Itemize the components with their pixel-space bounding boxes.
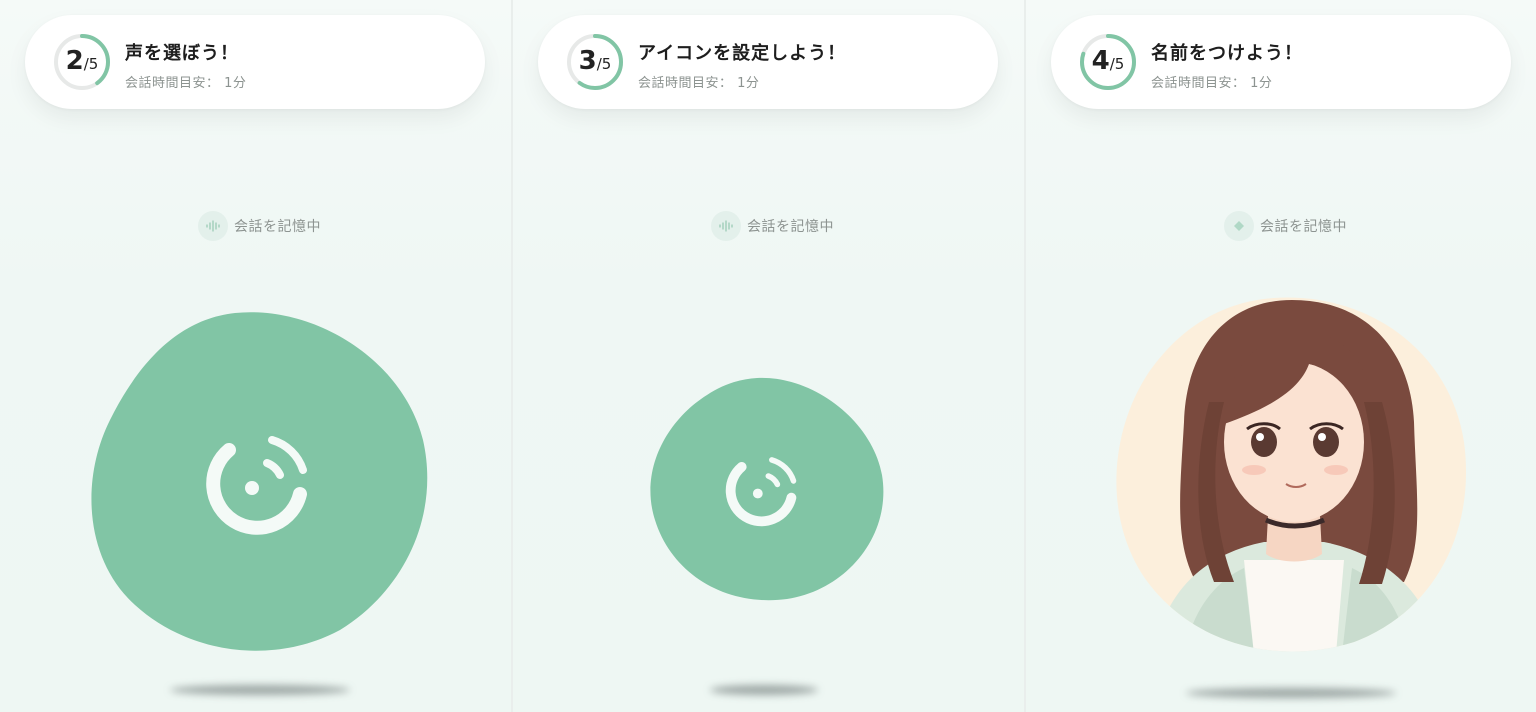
avatar-shadow [170, 685, 350, 695]
anime-girl-portrait [1116, 297, 1467, 652]
avatar-shadow [710, 685, 818, 695]
icon-avatar-blob[interactable] [647, 375, 889, 603]
step-title: 名前をつけよう！ [1151, 43, 1303, 64]
step-title: 声を選ぼう！ [125, 43, 239, 64]
step-duration: 会話時間目安： 1分 [125, 76, 247, 91]
memory-status-label: 会話を記憶中 [234, 219, 321, 235]
step-current: 2 [65, 46, 84, 76]
step-duration: 会話時間目安： 1分 [1151, 76, 1273, 91]
step-counter: 4/5 [1079, 33, 1137, 91]
waveform-icon [711, 211, 741, 241]
memory-status-label: 会話を記憶中 [1260, 219, 1347, 235]
step-header: 2/5 声を選ぼう！ 会話時間目安： 1分 [25, 15, 485, 109]
onboarding-panel-icon: 3/5 アイコンを設定しよう！ 会話時間目安： 1分 会話を記憶中 [513, 0, 1024, 712]
waveform-icon [1224, 211, 1254, 241]
memory-status: 会話を記憶中 [198, 211, 321, 241]
avatar-shadow [1186, 688, 1396, 698]
waveform-icon [198, 211, 228, 241]
portrait-avatar[interactable] [1114, 292, 1470, 654]
onboarding-panel-name: 4/5 名前をつけよう！ 会話時間目安： 1分 会話を記憶中 [1026, 0, 1536, 712]
step-duration: 会話時間目安： 1分 [638, 76, 760, 91]
memory-status-label: 会話を記憶中 [747, 219, 834, 235]
step-header: 4/5 名前をつけよう！ 会話時間目安： 1分 [1051, 15, 1511, 109]
voice-avatar-blob[interactable] [85, 305, 435, 660]
onboarding-panel-voice: 2/5 声を選ぼう！ 会話時間目安： 1分 会話を記憶中 [0, 0, 511, 712]
step-current: 3 [578, 46, 597, 76]
step-counter: 3/5 [566, 33, 624, 91]
memory-status: 会話を記憶中 [711, 211, 834, 241]
step-counter: 2/5 [53, 33, 111, 91]
step-total: /5 [596, 55, 612, 73]
step-title: アイコンを設定しよう！ [638, 43, 847, 64]
step-total: /5 [1109, 55, 1125, 73]
memory-status: 会話を記憶中 [1224, 211, 1347, 241]
step-total: /5 [83, 55, 99, 73]
step-header: 3/5 アイコンを設定しよう！ 会話時間目安： 1分 [538, 15, 998, 109]
step-current: 4 [1091, 46, 1110, 76]
